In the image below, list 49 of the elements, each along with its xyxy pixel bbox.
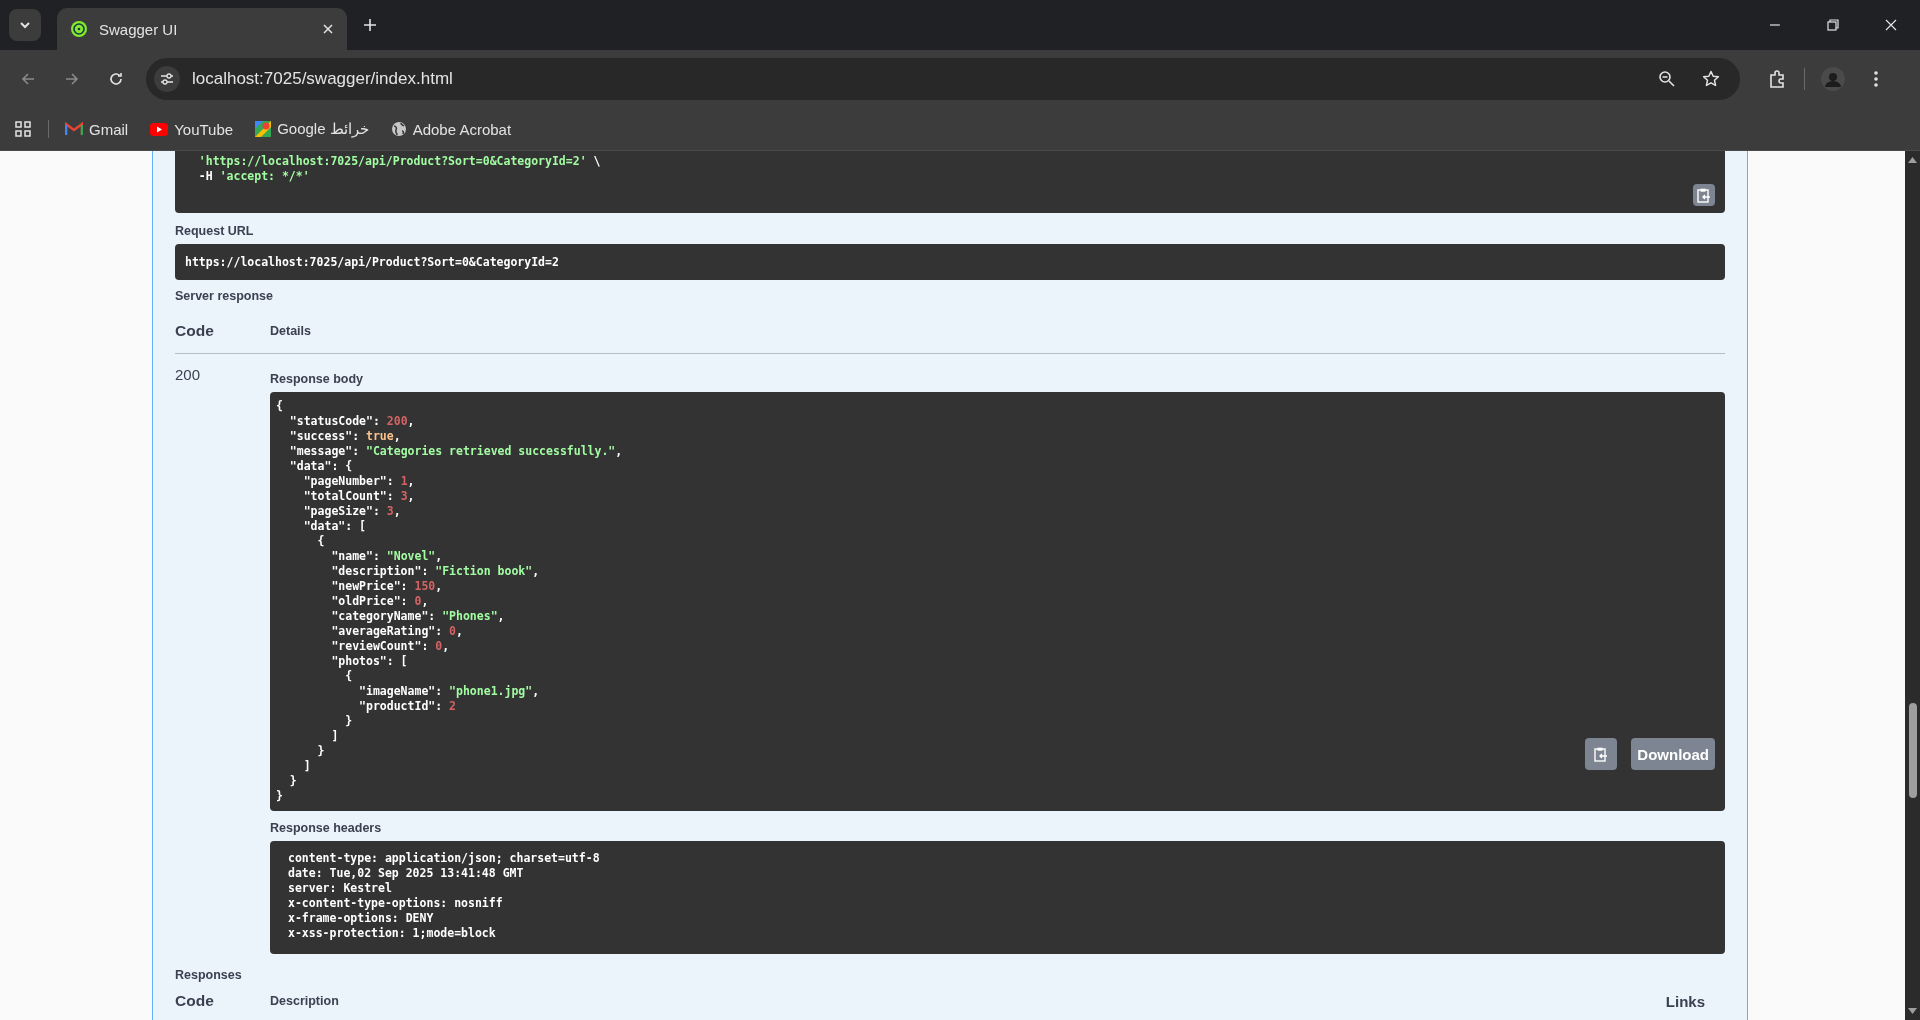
caret-icon [19, 21, 31, 29]
clipboard-icon [1697, 187, 1711, 203]
section-label: Request URL [175, 224, 255, 238]
section-label: Server response [175, 289, 274, 303]
copy-button[interactable] [1693, 184, 1715, 206]
status-code: 200 [175, 366, 202, 385]
zoom-icon[interactable] [1658, 70, 1676, 88]
globe-icon [390, 121, 407, 137]
section-label: Response headers [270, 821, 383, 835]
map-icon [255, 121, 272, 137]
close-icon[interactable] [1885, 19, 1897, 31]
bookmark-item[interactable]: Adobe Acrobat [390, 120, 512, 138]
bookmark-item[interactable]: YouTube [150, 120, 234, 138]
bookmark-item[interactable]: Gmail [65, 120, 129, 138]
favicon-icon [71, 21, 87, 37]
menu-icon[interactable] [1873, 70, 1879, 88]
response-headers-code: content-type: application/json; charset=utf-8 date: Tue,02 Sep 2025 13:41:48 GMT server: Kestrel x-content-type-options: nosniff x-frame-options: DENY x-xss-protection: 1;mode=block [270, 841, 1725, 954]
reload-icon[interactable] [108, 71, 124, 87]
scroll-down-icon[interactable] [1908, 1008, 1917, 1014]
bookmark-item[interactable]: Google خرائط [255, 120, 369, 138]
close-icon[interactable] [323, 24, 333, 34]
section-label: Responses [175, 968, 243, 982]
tab-list-button[interactable] [9, 9, 41, 41]
play-icon [150, 122, 169, 136]
section-label: Response body [270, 372, 365, 386]
column-header: Code [175, 992, 215, 1010]
forward-icon[interactable] [64, 71, 80, 87]
new-tab-icon[interactable] [363, 18, 377, 32]
envelope-icon [65, 122, 83, 136]
browser-tab[interactable]: Swagger UI [57, 8, 347, 50]
copy-button[interactable] [1585, 738, 1618, 770]
column-header: Details [270, 324, 311, 338]
apps-icon[interactable] [14, 120, 32, 138]
address-field[interactable]: localhost:7025/swagger/index.html [192, 69, 453, 89]
column-header: Description [270, 994, 340, 1008]
scrollbar[interactable] [1905, 151, 1920, 1020]
tab-title: Swagger UI [99, 20, 179, 38]
clipboard-icon [1594, 746, 1609, 762]
column-header: Links [1665, 992, 1705, 1010]
request-url-block: https://localhost:7025/api/Product?Sort=0&CategoryId=2 [175, 244, 1725, 280]
star-icon[interactable] [1702, 70, 1720, 88]
download-button[interactable]: Download [1631, 738, 1715, 770]
site-info-icon[interactable] [154, 66, 180, 92]
scroll-up-icon[interactable] [1908, 157, 1917, 163]
scrollbar-thumb[interactable] [1908, 703, 1917, 798]
column-header: Code [175, 322, 215, 340]
back-icon[interactable] [20, 71, 36, 87]
restore-icon[interactable] [1827, 19, 1839, 31]
curl-code-block: 'https://localhost:7025/api/Product?Sort=0&CategoryId=2' \ -H 'accept: */*' [175, 151, 1725, 213]
